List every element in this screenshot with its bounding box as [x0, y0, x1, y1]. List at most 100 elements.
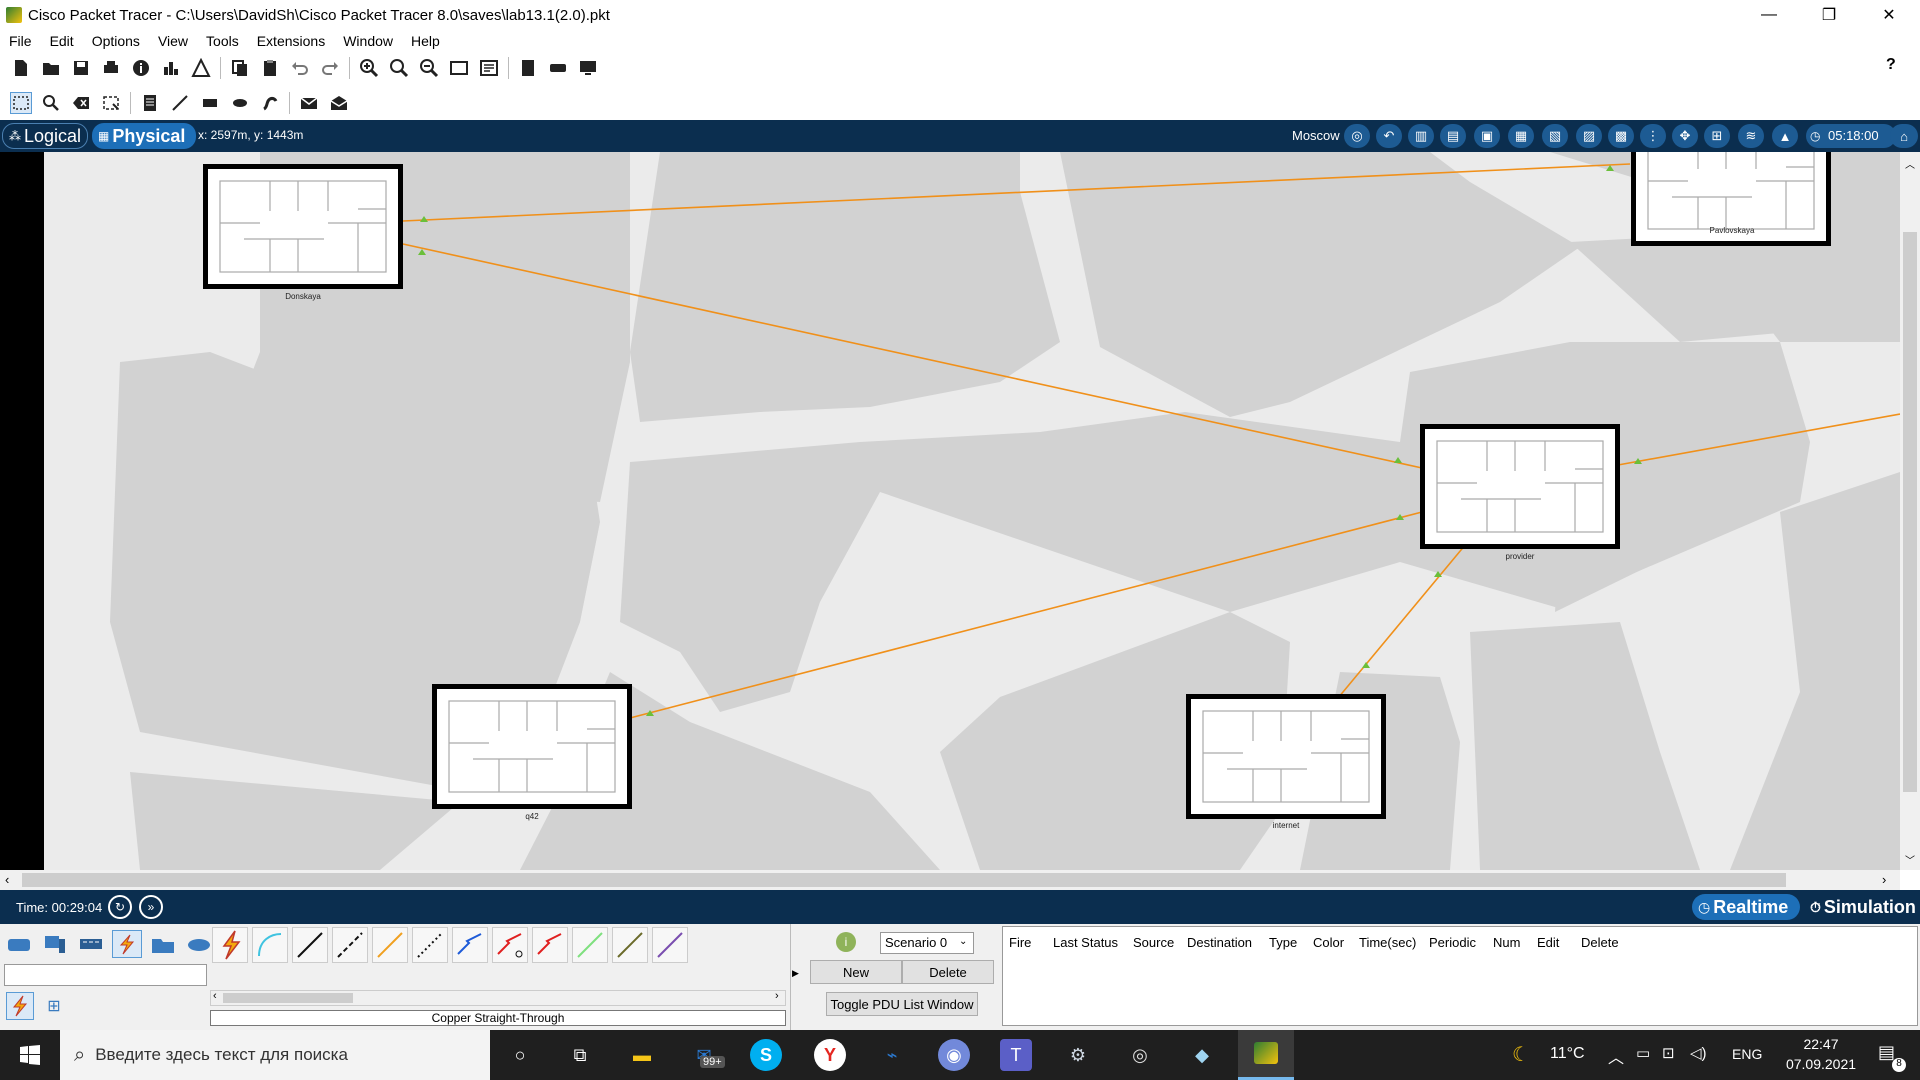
scroll-right-icon[interactable]: ›: [1882, 872, 1886, 887]
network-app-icon[interactable]: ⌁: [876, 1039, 908, 1071]
building-q42[interactable]: [432, 684, 632, 809]
octal-cable-icon[interactable]: [572, 927, 608, 963]
link-provider-internet[interactable]: [1337, 543, 1467, 699]
cortana-icon[interactable]: ○: [504, 1039, 536, 1071]
building-donskaya[interactable]: [203, 164, 403, 289]
new-building-icon[interactable]: ▤: [1440, 124, 1466, 148]
zoom-out-icon[interactable]: [418, 57, 440, 79]
delete-scenario-button[interactable]: Delete: [902, 960, 994, 984]
activity-wizard-icon[interactable]: [190, 57, 212, 79]
cable-scroll-thumb[interactable]: [223, 993, 353, 1003]
taskbar-search-box[interactable]: ⌕ Введите здесь текст для поиска: [60, 1030, 490, 1080]
toggle-pdu-list-button[interactable]: Toggle PDU List Window: [826, 992, 978, 1016]
zoom-in-icon[interactable]: [358, 57, 380, 79]
close-button[interactable]: ✕: [1866, 0, 1912, 30]
copper-cross-over-icon[interactable]: [332, 927, 368, 963]
iot-custom-cable-icon[interactable]: [612, 927, 648, 963]
link-donskaya-provider[interactable]: [402, 243, 1423, 469]
menu-tools[interactable]: Tools: [197, 33, 248, 49]
structured-cabling-icon[interactable]: ⊞: [44, 996, 64, 1016]
device-search-field[interactable]: [4, 964, 207, 986]
fiber-cable-icon[interactable]: [372, 927, 408, 963]
scenario-select[interactable]: Scenario 0 ⌄: [880, 932, 974, 954]
save-icon[interactable]: [70, 57, 92, 79]
vertical-scroll-thumb[interactable]: [1903, 232, 1917, 792]
windows-start-icon[interactable]: [14, 1039, 46, 1071]
drawing-palette-icon[interactable]: [448, 57, 470, 79]
menu-extensions[interactable]: Extensions: [248, 33, 334, 49]
power-cycle-icon[interactable]: ↻: [108, 895, 132, 919]
pc-device-icon[interactable]: [577, 57, 599, 79]
physical-workspace[interactable]: Donskaya Pavlovskaya provider q42 intern…: [0, 152, 1900, 870]
home-icon[interactable]: ⌂: [1890, 124, 1918, 148]
menu-file[interactable]: File: [0, 33, 41, 49]
scroll-left-icon[interactable]: ‹: [5, 872, 9, 887]
tab-physical[interactable]: ▦ Physical: [92, 123, 196, 149]
network-info-icon[interactable]: [160, 57, 182, 79]
volume-icon[interactable]: ◁): [1690, 1044, 1707, 1062]
device-template-icon[interactable]: [517, 57, 539, 79]
resize-shape-icon[interactable]: [100, 92, 122, 114]
building-internet[interactable]: [1186, 694, 1386, 819]
zoom-reset-icon[interactable]: [388, 57, 410, 79]
taskbar-time[interactable]: 22:47: [1790, 1036, 1852, 1052]
phone-cable-icon[interactable]: [412, 927, 448, 963]
skype-icon[interactable]: S: [750, 1039, 782, 1071]
yandex-browser-icon[interactable]: Y: [814, 1039, 846, 1071]
battery-icon[interactable]: ▭: [1636, 1044, 1650, 1062]
menu-window[interactable]: Window: [334, 33, 402, 49]
menu-options[interactable]: Options: [83, 33, 149, 49]
place-note-icon[interactable]: [139, 92, 161, 114]
steam-icon[interactable]: ⚙: [1062, 1039, 1094, 1071]
components-icon[interactable]: [76, 930, 106, 958]
connections-subcategory-icon[interactable]: [6, 992, 34, 1020]
new-city-icon[interactable]: ▥: [1408, 124, 1434, 148]
scroll-right-icon[interactable]: ›: [775, 990, 779, 1002]
new-file-icon[interactable]: [10, 57, 32, 79]
grid-icon[interactable]: ⋮: [1640, 124, 1666, 148]
wireless-icon[interactable]: ≋: [1738, 124, 1764, 148]
file-explorer-icon[interactable]: ▬: [626, 1039, 658, 1071]
obs-icon[interactable]: ◎: [1124, 1039, 1156, 1071]
draw-ellipse-icon[interactable]: [229, 92, 251, 114]
network-devices-icon[interactable]: [4, 930, 34, 958]
input-language[interactable]: ENG: [1732, 1046, 1762, 1062]
move-object-icon[interactable]: ✥: [1672, 124, 1698, 148]
network-icon[interactable]: ⊡: [1662, 1044, 1675, 1062]
serial-dce-icon[interactable]: [492, 927, 528, 963]
scenario-info-icon[interactable]: i: [836, 932, 856, 952]
help-icon[interactable]: ?: [1886, 56, 1896, 74]
switch-device-icon[interactable]: [547, 57, 569, 79]
taskbar-date[interactable]: 07.09.2021: [1776, 1056, 1866, 1072]
navigation-compass-icon[interactable]: ◎: [1344, 124, 1370, 148]
task-view-icon[interactable]: ⧉: [564, 1039, 596, 1071]
usb-cable-icon[interactable]: [652, 927, 688, 963]
vertical-scrollbar[interactable]: ︿ ﹀: [1900, 152, 1920, 870]
cable-scrollbar[interactable]: ‹ ›: [210, 990, 786, 1006]
copper-straight-through-icon[interactable]: [292, 927, 328, 963]
link-provider-q42[interactable]: [629, 511, 1423, 719]
delete-tool-icon[interactable]: [70, 92, 92, 114]
discord-icon[interactable]: ◉: [938, 1039, 970, 1071]
back-icon[interactable]: ↶: [1376, 124, 1402, 148]
teams-icon[interactable]: T: [1000, 1039, 1032, 1071]
connections-icon[interactable]: [112, 930, 142, 958]
coaxial-cable-icon[interactable]: [452, 927, 488, 963]
cabling-tool-icon[interactable]: ▩: [1608, 124, 1634, 148]
horizontal-scrollbar[interactable]: ‹ ›: [0, 870, 1900, 890]
new-table-icon[interactable]: ▧: [1542, 124, 1568, 148]
scroll-up-icon[interactable]: ︿: [1905, 156, 1915, 171]
menu-view[interactable]: View: [149, 33, 197, 49]
expand-panel-icon[interactable]: ▶: [792, 968, 799, 979]
realtime-button[interactable]: ◷ Realtime: [1692, 894, 1800, 920]
tab-logical[interactable]: ⁂ Logical: [2, 123, 88, 149]
weather-temperature[interactable]: 11°C: [1550, 1045, 1585, 1063]
building-provider[interactable]: [1420, 424, 1620, 549]
background-image-icon[interactable]: ▲: [1772, 124, 1798, 148]
maximize-button[interactable]: ❐: [1806, 0, 1852, 30]
miscellaneous-icon[interactable]: [148, 930, 178, 958]
fast-forward-icon[interactable]: »: [139, 895, 163, 919]
new-scenario-button[interactable]: New: [810, 960, 902, 984]
packet-tracer-taskbar-button[interactable]: [1238, 1030, 1294, 1080]
add-simple-pdu-icon[interactable]: [298, 92, 320, 114]
